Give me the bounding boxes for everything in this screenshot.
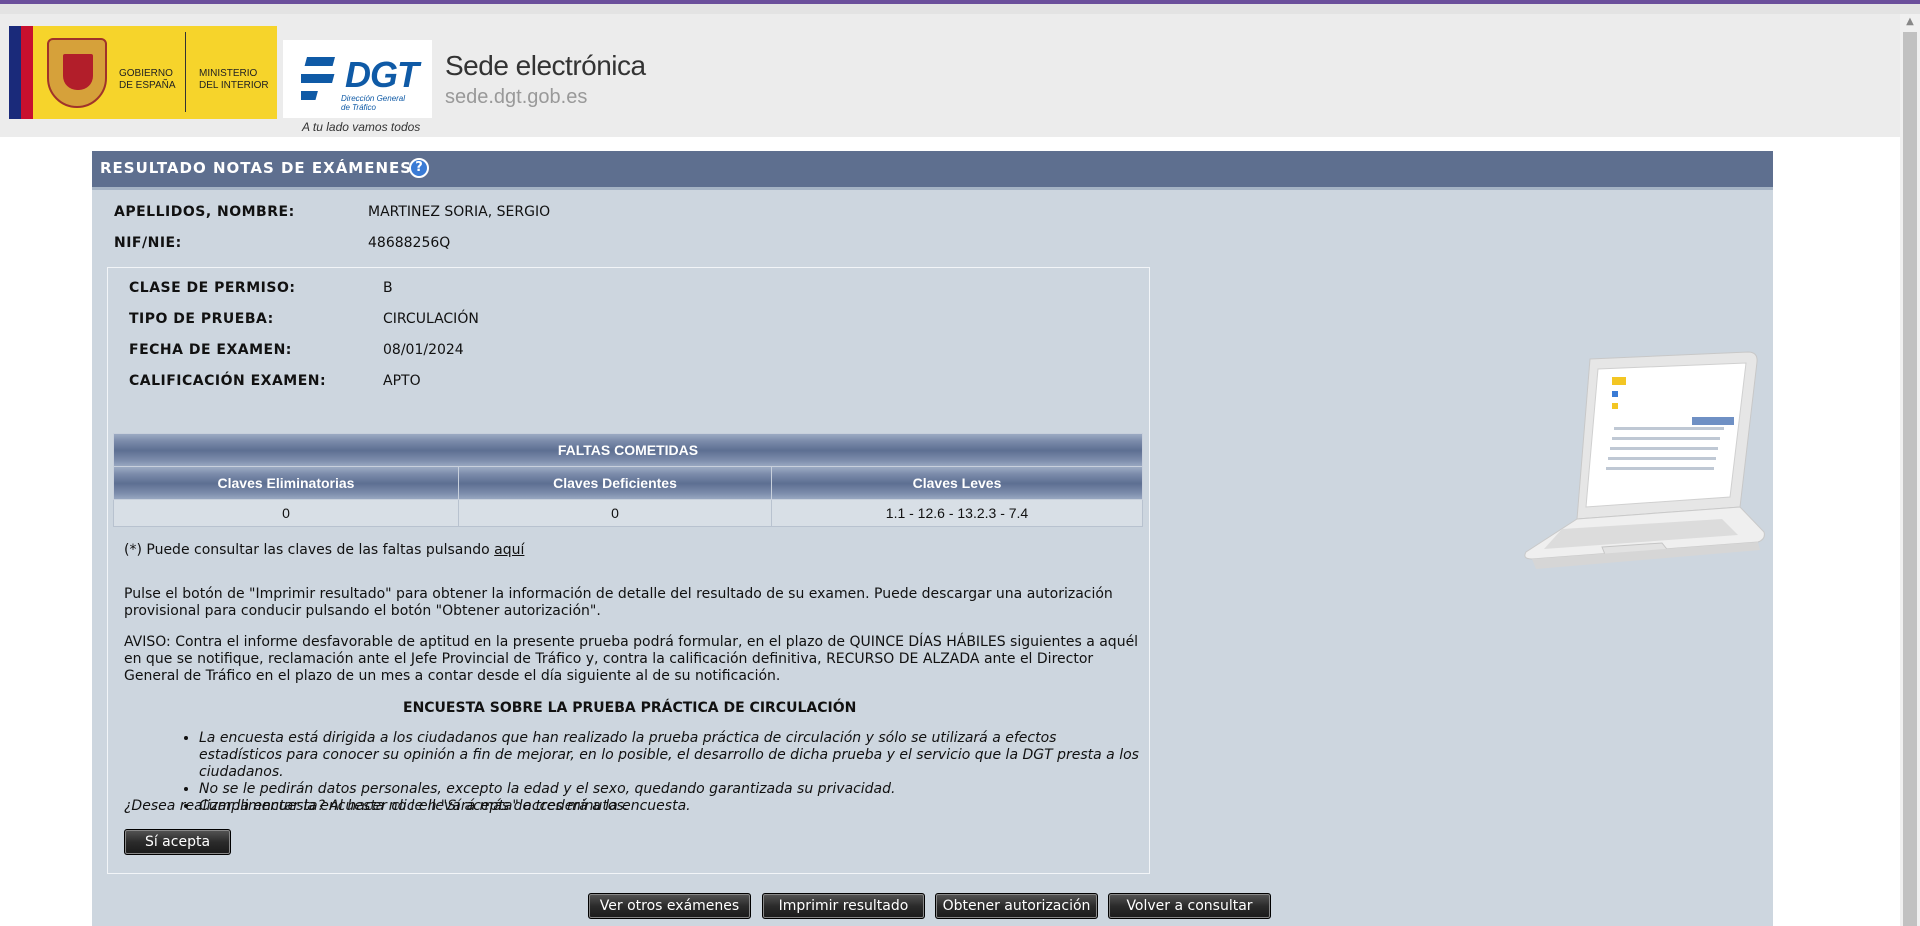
permit-label: CLASE DE PERMISO:	[129, 280, 296, 296]
dgt-logo-subtitle: Dirección General de Tráfico	[341, 94, 406, 112]
eu-flag-strip	[9, 26, 21, 119]
faltas-note-text: (*) Puede consultar las claves de las fa…	[124, 542, 495, 558]
column-header: Claves Deficientes	[458, 466, 772, 500]
survey-title: ENCUESTA SOBRE LA PRUEBA PRÁCTICA DE CIR…	[403, 700, 857, 716]
list-item: La encuesta está dirigida a los ciudadan…	[199, 730, 1139, 781]
name-label: APELLIDOS, NOMBRE:	[114, 204, 295, 220]
results-panel: RESULTADO NOTAS DE EXÁMENES ? APELLIDOS,…	[92, 151, 1773, 926]
logo-divider	[185, 32, 186, 112]
test-type-label: TIPO DE PRUEBA:	[129, 311, 274, 327]
laptop-illustration	[1524, 351, 1765, 569]
nif-label: NIF/NIE:	[114, 235, 182, 251]
help-icon[interactable]: ?	[409, 158, 429, 178]
print-result-button[interactable]: Imprimir resultado	[762, 893, 925, 919]
site-url: sede.dgt.gob.es	[445, 86, 588, 108]
faltas-table: FALTAS COMETIDAS Claves Eliminatorias Cl…	[113, 433, 1143, 527]
vertical-scrollbar[interactable]: ▲	[1900, 14, 1920, 926]
back-to-query-button[interactable]: Volver a consultar	[1108, 893, 1271, 919]
table-cell: 1.1 - 12.6 - 13.2.3 - 7.4	[771, 499, 1143, 527]
page-title: RESULTADO NOTAS DE EXÁMENES	[100, 159, 413, 177]
panel-header: RESULTADO NOTAS DE EXÁMENES ?	[92, 151, 1773, 190]
gov-logo-text: GOBIERNO DE ESPAÑA	[119, 68, 176, 91]
coat-of-arms-icon	[47, 38, 107, 108]
ministry-logo-text: MINISTERIO DEL INTERIOR	[199, 68, 269, 91]
gobierno-espana-logo[interactable]: GOBIERNO DE ESPAÑA MINISTERIO DEL INTERI…	[9, 26, 277, 119]
column-header: Claves Eliminatorias	[113, 466, 459, 500]
get-authorization-button[interactable]: Obtener autorización	[935, 893, 1098, 919]
accept-survey-button[interactable]: Sí acepta	[124, 829, 231, 855]
test-type-value: CIRCULACIÓN	[383, 311, 479, 327]
faltas-note: (*) Puede consultar las claves de las fa…	[124, 542, 524, 559]
scroll-up-icon[interactable]: ▲	[1900, 14, 1920, 30]
faltas-title: FALTAS COMETIDAS	[113, 433, 1143, 467]
faltas-link[interactable]: aquí	[494, 542, 524, 558]
dgt-cross-icon	[301, 57, 335, 100]
nif-value: 48688256Q	[368, 235, 451, 251]
info-paragraph: Pulse el botón de "Imprimir resultado" p…	[124, 586, 1113, 619]
exam-date-label: FECHA DE EXAMEN:	[129, 342, 292, 358]
dgt-logo[interactable]: DGT Dirección General de Tráfico	[283, 40, 432, 118]
table-cell: 0	[113, 499, 459, 527]
list-item: No se le pedirán datos personales, excep…	[199, 781, 1139, 798]
grade-label: CALIFICACIÓN EXAMEN:	[129, 373, 327, 389]
other-exams-button[interactable]: Ver otros exámenes	[588, 893, 751, 919]
top-gray-bar	[0, 4, 1920, 14]
table-cell: 0	[458, 499, 772, 527]
dgt-logo-mark: DGT	[345, 54, 419, 95]
faltas-title-row: FALTAS COMETIDAS	[113, 433, 1143, 467]
scrollbar-thumb[interactable]	[1903, 32, 1917, 926]
permit-value: B	[383, 280, 393, 296]
exam-date-value: 08/01/2024	[383, 342, 464, 358]
faltas-header-row: Claves Eliminatorias Claves Deficientes …	[113, 466, 1143, 500]
warning-paragraph: AVISO: Contra el informe desfavorable de…	[124, 634, 1139, 684]
table-row: 0 0 1.1 - 12.6 - 13.2.3 - 7.4	[113, 499, 1143, 527]
name-value: MARTINEZ SORIA, SERGIO	[368, 204, 551, 220]
spain-flag-strip	[21, 26, 33, 119]
site-title: Sede electrónica	[445, 50, 646, 81]
column-header: Claves Leves	[771, 466, 1143, 500]
dgt-tagline: A tu lado vamos todos	[302, 120, 421, 134]
survey-question: ¿Desea realizar la encuesta? Al hacer cl…	[124, 798, 691, 814]
grade-value: APTO	[383, 373, 421, 389]
